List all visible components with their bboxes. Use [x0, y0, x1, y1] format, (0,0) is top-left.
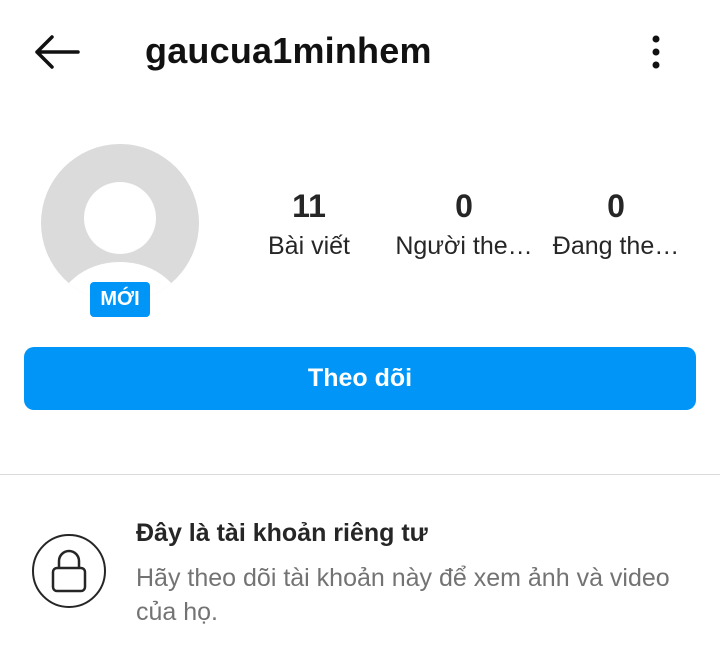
profile-username: gaucua1minhem: [145, 30, 432, 71]
arrow-left-icon: [35, 35, 80, 69]
followers-label: Người the…: [395, 232, 533, 260]
following-label: Đang the…: [552, 232, 680, 260]
followers-count: 0: [455, 188, 473, 224]
private-account-description: Hãy theo dõi tài khoản này để xem ảnh và…: [136, 564, 670, 626]
more-vertical-icon: [652, 35, 660, 69]
default-avatar-icon: [84, 182, 156, 254]
divider: [0, 474, 720, 475]
following-stat[interactable]: 0 Đang the…: [541, 186, 691, 266]
following-count: 0: [607, 188, 625, 224]
lock-icon: [51, 549, 87, 593]
posts-label: Bài viết: [268, 232, 350, 260]
back-button[interactable]: [30, 30, 82, 74]
followers-stat[interactable]: 0 Người the…: [389, 186, 539, 266]
avatar[interactable]: [41, 144, 199, 302]
new-badge: MỚI: [90, 282, 150, 317]
more-options-button[interactable]: [638, 30, 674, 74]
private-account-title: Đây là tài khoản riêng tư: [136, 519, 428, 547]
lock-icon-circle: [32, 534, 106, 608]
follow-button[interactable]: Theo dõi: [24, 347, 696, 410]
posts-count: 11: [292, 188, 326, 224]
profile-page: gaucua1minhem MỚI 11 Bài viết 0 Người th…: [0, 0, 720, 648]
posts-stat[interactable]: 11 Bài viết: [234, 186, 384, 266]
